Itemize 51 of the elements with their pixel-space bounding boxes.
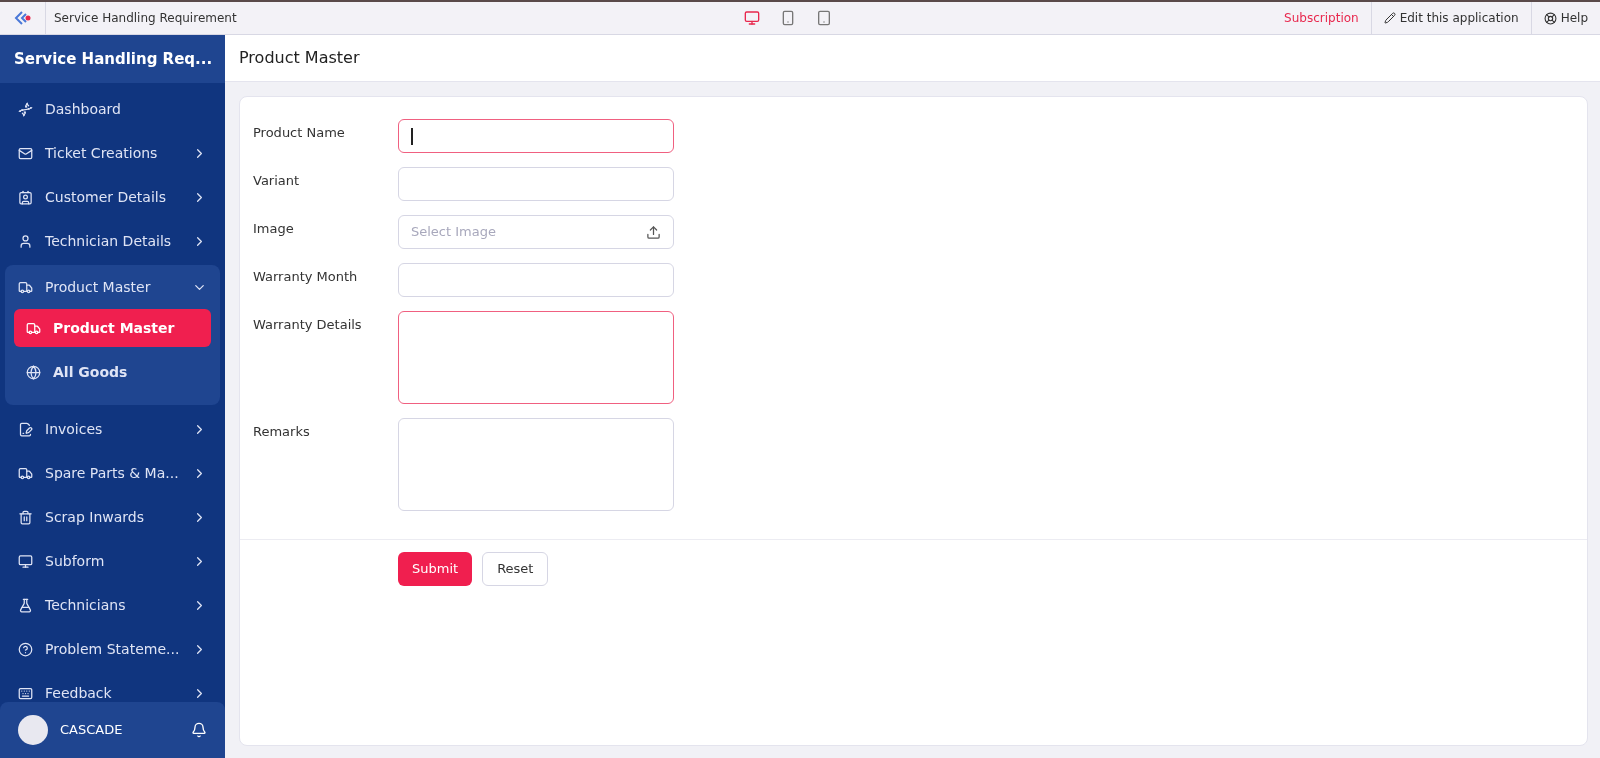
sidebar-item[interactable]: Customer Details bbox=[5, 175, 220, 219]
sidebar-item[interactable]: Technicians bbox=[5, 583, 220, 627]
field-label: Image bbox=[253, 220, 295, 238]
subscription-link[interactable]: Subscription bbox=[1272, 9, 1371, 27]
globe-icon bbox=[26, 364, 41, 380]
input-field[interactable] bbox=[398, 119, 674, 153]
submenu-item[interactable]: All Goods bbox=[14, 353, 211, 391]
user-name: CASCADE bbox=[60, 721, 124, 740]
page-title: Product Master bbox=[239, 47, 360, 69]
upload-icon bbox=[646, 224, 661, 240]
phone-view-icon[interactable] bbox=[780, 10, 796, 26]
contact-card-icon bbox=[18, 189, 33, 205]
reset-button[interactable]: Reset bbox=[482, 552, 549, 586]
envelope-icon bbox=[18, 145, 33, 161]
sidebar-item[interactable]: Ticket Creations bbox=[5, 131, 220, 175]
field-label: Warranty Details bbox=[253, 316, 363, 334]
app-title: Service Handling Requirement bbox=[54, 10, 238, 27]
bell-icon[interactable] bbox=[191, 722, 207, 738]
submit-button[interactable]: Submit bbox=[398, 552, 473, 586]
sidebar-item[interactable]: Scrap Inwards bbox=[5, 495, 220, 539]
question-icon bbox=[18, 641, 33, 657]
pencil-icon bbox=[1383, 12, 1396, 24]
field-label: Warranty Month bbox=[253, 268, 359, 286]
sidebar-item[interactable]: Spare Parts & Ma... bbox=[5, 451, 220, 495]
tablet-view-icon[interactable] bbox=[816, 10, 832, 26]
edit-application-button[interactable]: Edit this application bbox=[1370, 2, 1531, 34]
sidebar-item[interactable]: Feedback bbox=[5, 671, 220, 702]
help-icon bbox=[1543, 11, 1557, 25]
sidebar-item[interactable]: Dashboard bbox=[5, 87, 220, 131]
field-label: Product Name bbox=[253, 124, 346, 142]
field-label: Variant bbox=[253, 172, 301, 190]
text-cursor bbox=[411, 127, 413, 145]
sidebar-item[interactable]: Product Master bbox=[5, 265, 220, 309]
person-icon bbox=[18, 233, 33, 249]
bin-icon bbox=[18, 509, 33, 525]
sidebar-item[interactable]: Subform bbox=[5, 539, 220, 583]
flask-icon bbox=[18, 597, 33, 613]
app-logo-icon[interactable] bbox=[13, 10, 32, 26]
desktop-view-icon[interactable] bbox=[744, 10, 760, 26]
submenu-item[interactable]: Product Master bbox=[14, 309, 211, 347]
field-label: Remarks bbox=[253, 423, 311, 441]
sidebar-item[interactable]: Problem Stateme... bbox=[5, 627, 220, 671]
keyboard-icon bbox=[18, 685, 33, 701]
avatar bbox=[18, 715, 48, 745]
textarea-field[interactable] bbox=[398, 311, 674, 404]
sidebar-title: Service Handling Req... bbox=[14, 48, 213, 70]
help-button[interactable]: Help bbox=[1530, 2, 1600, 34]
sidebar-item[interactable]: Technician Details bbox=[5, 219, 220, 263]
monitor-icon bbox=[18, 553, 33, 569]
signature-icon bbox=[18, 421, 33, 437]
sidebar-item[interactable]: Invoices bbox=[5, 407, 220, 451]
